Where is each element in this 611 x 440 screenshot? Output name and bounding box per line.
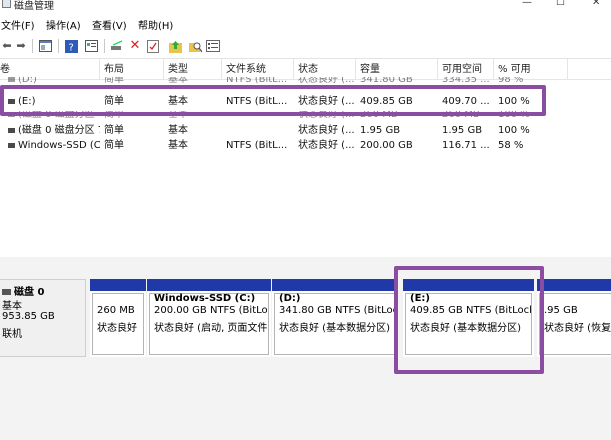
toolbar-separator (32, 39, 33, 53)
connect-drive-icon[interactable] (110, 39, 124, 53)
cell-percent-free: 100 % (498, 125, 530, 136)
cell-filesystem: NTFS (BitL... (226, 140, 288, 151)
forward-arrow-icon[interactable]: ➡ (14, 39, 28, 53)
list-view-icon[interactable] (206, 39, 220, 53)
cell-type: 基本 (168, 125, 188, 136)
cell-volume: Windows-SSD (C:) (18, 140, 100, 151)
highlight-box-e-partition (394, 266, 544, 374)
menu-view[interactable]: 查看(V) (92, 17, 127, 32)
partition-block[interactable]: 260 MB 状态良好 (90, 279, 146, 357)
partition-header-bar (90, 279, 146, 291)
help-icon[interactable]: ? (64, 39, 78, 53)
cell-volume: (D:) (18, 77, 37, 85)
disk-management-window: 磁盘管理 — ☐ ✕ 文件(F) 操作(A) 查看(V) 帮助(H) ⬅ ➡ ?… (0, 0, 611, 440)
window-title: 磁盘管理 (14, 1, 54, 12)
delete-icon[interactable]: ✕ (128, 39, 142, 53)
cell-status: 状态良好 (... (298, 140, 355, 151)
search-folder-icon[interactable] (188, 39, 202, 53)
toolbar-separator (58, 39, 59, 53)
partition-status: 状态良好 (97, 323, 137, 334)
partition-title: Windows-SSD (C:) (154, 293, 256, 304)
volume-icon (8, 127, 15, 133)
partition-size: 260 MB (97, 305, 135, 316)
disk-icon (2, 289, 11, 295)
cell-type: 基本 (168, 140, 188, 151)
partition-status: 状态良好 (基本数据分区) (279, 323, 390, 334)
toolbar-separator (104, 39, 105, 53)
cell-filesystem (222, 123, 294, 138)
volume-icon (8, 142, 15, 148)
partition-status: 状态良好 (启动, 页面文件 (154, 323, 268, 334)
partition-status: 状态良好 (恢复 (544, 323, 611, 334)
back-arrow-icon[interactable]: ⬅ (0, 39, 14, 53)
cell-percent-free: 58 % (498, 140, 524, 151)
partition-block[interactable]: (D:) 341.80 GB NTFS (BitLocke 状态良好 (基本数据… (272, 279, 398, 357)
title-bar: 磁盘管理 — ☐ ✕ (0, 0, 611, 14)
menu-file[interactable]: 文件(F) (1, 17, 35, 32)
disk-status: 联机 (2, 329, 22, 340)
minimize-icon[interactable]: — (522, 0, 532, 8)
partition-size: 200.00 GB NTFS (BitLock (154, 305, 268, 316)
disk-0-label[interactable]: 磁盘 0 基本 953.85 GB 联机 (0, 279, 86, 357)
menu-bar: 文件(F) 操作(A) 查看(V) 帮助(H) (0, 14, 611, 34)
partition-block[interactable]: Windows-SSD (C:) 200.00 GB NTFS (BitLock… (147, 279, 271, 357)
table-row[interactable]: (磁盘 0 磁盘分区 7) 简单 基本 状态良好 (... 1.95 GB 1.… (0, 123, 570, 138)
menu-help[interactable]: 帮助(H) (138, 17, 173, 32)
cell-volume: (磁盘 0 磁盘分区 7) (18, 125, 100, 136)
partition-title: (D:) (279, 293, 301, 304)
cell-capacity: 1.95 GB (360, 125, 401, 136)
partition-block[interactable]: .95 GB 状态良好 (恢复 (537, 279, 611, 357)
cell-layout: 简单 (104, 125, 124, 136)
console-tree-icon[interactable] (38, 39, 52, 53)
disk-type: 基本 (2, 301, 22, 312)
partition-size: 341.80 GB NTFS (BitLocke (279, 305, 395, 316)
cell-layout: 简单 (104, 140, 124, 151)
cell-free-space: 1.95 GB (442, 125, 483, 136)
svg-text:?: ? (68, 42, 73, 53)
maximize-icon[interactable]: ☐ (556, 0, 565, 8)
partition-header-bar (272, 279, 398, 291)
disk-size: 953.85 GB (2, 311, 55, 322)
upload-folder-icon[interactable] (168, 39, 182, 53)
highlight-box-e-row (0, 85, 546, 116)
menu-action[interactable]: 操作(A) (46, 17, 81, 32)
properties-icon[interactable] (84, 39, 98, 53)
close-window-icon[interactable]: ✕ (592, 0, 600, 8)
volume-icon (8, 77, 15, 82)
partition-header-bar (537, 279, 611, 291)
partition-header-bar (147, 279, 271, 291)
partition-size: .95 GB (544, 305, 578, 316)
disk-management-app-icon (2, 0, 11, 8)
cell-free-space: 116.71 ... (442, 140, 490, 151)
toolbar: ⬅ ➡ ? ✕ (0, 34, 611, 59)
table-row[interactable]: Windows-SSD (C:) 简单 基本 NTFS (BitL... 状态良… (0, 138, 570, 153)
checklist-icon[interactable] (146, 39, 160, 53)
cell-capacity: 200.00 GB (360, 140, 413, 151)
cell-status: 状态良好 (... (298, 125, 355, 136)
